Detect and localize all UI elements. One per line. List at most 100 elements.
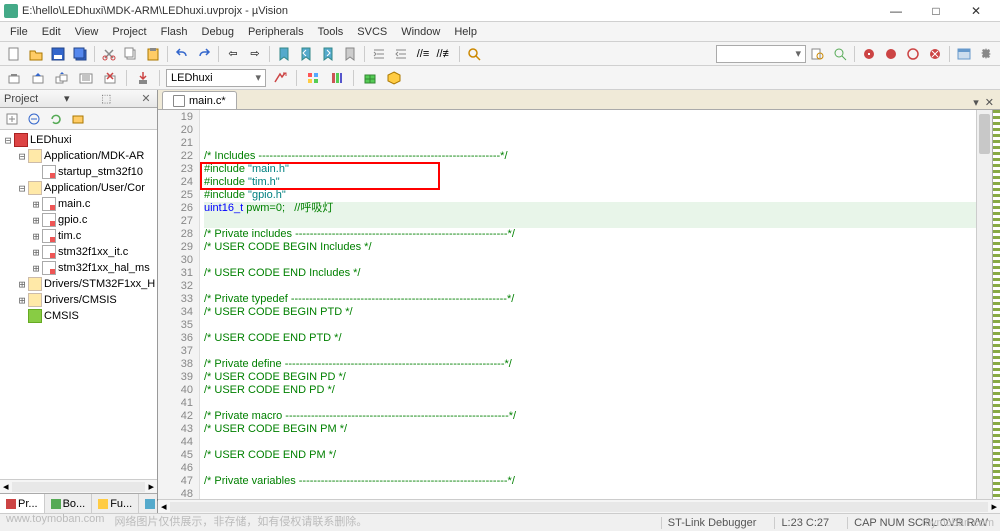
tree-item[interactable]: ⊟Application/MDK-AR [0,148,157,164]
tab-dropdown-icon[interactable]: ▾ [973,96,979,109]
editor-hscroll-right-icon[interactable]: ▸ [988,500,1000,513]
copy-icon[interactable] [121,44,141,64]
panel-close-icon[interactable]: ✕ [139,92,153,105]
tree-expander-icon[interactable]: ⊞ [30,230,42,243]
tree-expander-icon[interactable]: ⊞ [16,294,28,307]
find-in-files-icon[interactable] [808,44,828,64]
bookmark-clear-icon[interactable] [340,44,360,64]
tree-options-icon[interactable] [68,109,88,129]
target-select[interactable]: LEDhuxi [166,69,266,87]
nav-fwd-icon[interactable]: ⇨ [245,44,265,64]
menu-view[interactable]: View [69,24,105,40]
tree-item[interactable]: ⊞stm32f1xx_it.c [0,244,157,260]
tree-item[interactable]: ⊟Application/User/Cor [0,180,157,196]
options-icon[interactable] [270,68,290,88]
nav-back-icon[interactable]: ⇦ [223,44,243,64]
grp-icon [28,277,42,291]
menu-file[interactable]: File [4,24,34,40]
menu-edit[interactable]: Edit [36,24,67,40]
find-combo[interactable] [716,45,806,63]
tree-item[interactable]: startup_stm32f10 [0,164,157,180]
panel-pin-icon[interactable]: ⬚ [99,92,113,105]
build-icon[interactable] [28,68,48,88]
debug-icon[interactable] [859,44,879,64]
uncomment-icon[interactable]: //≢ [435,44,455,64]
configure-icon[interactable] [976,44,996,64]
undo-icon[interactable] [172,44,192,64]
outdent-icon[interactable] [391,44,411,64]
tree-item[interactable]: ⊞Drivers/CMSIS [0,292,157,308]
stop-build-icon[interactable] [100,68,120,88]
maximize-button[interactable]: □ [916,1,956,21]
pack-installer-icon[interactable] [360,68,380,88]
save-icon[interactable] [48,44,68,64]
tree-item[interactable]: ⊟LEDhuxi [0,132,157,148]
menu-debug[interactable]: Debug [196,24,240,40]
tree-expander-icon[interactable]: ⊞ [30,262,42,275]
editor-hscroll-left-icon[interactable]: ◂ [158,500,170,513]
tree-expander-icon[interactable]: ⊟ [2,134,14,147]
comment-icon[interactable]: //≡ [413,44,433,64]
menu-flash[interactable]: Flash [155,24,194,40]
tree-expander-icon[interactable]: ⊞ [30,214,42,227]
download-icon[interactable] [133,68,153,88]
tree-item[interactable]: ⊞gpio.c [0,212,157,228]
tree-item[interactable]: CMSIS [0,308,157,324]
find-icon[interactable] [464,44,484,64]
menu-svcs[interactable]: SVCS [351,24,393,40]
manage-project-icon[interactable] [303,68,323,88]
open-file-icon[interactable] [26,44,46,64]
menu-help[interactable]: Help [448,24,483,40]
tree-expander-icon[interactable]: ⊞ [16,278,28,291]
translate-icon[interactable] [4,68,24,88]
tree-expander-icon[interactable]: ⊟ [16,150,28,163]
vertical-scrollbar[interactable] [976,110,992,499]
tree-expander-icon[interactable]: ⊞ [30,198,42,211]
tab-icon [98,499,108,509]
bookmark-next-icon[interactable] [318,44,338,64]
panel-dropdown-icon[interactable]: ▾ [64,92,70,105]
cut-icon[interactable] [99,44,119,64]
hscroll-left-icon[interactable]: ◂ [0,480,12,493]
rebuild-icon[interactable] [52,68,72,88]
tree-item[interactable]: ⊞tim.c [0,228,157,244]
menu-tools[interactable]: Tools [312,24,350,40]
batch-build-icon[interactable] [76,68,96,88]
tree-expander-icon[interactable]: ⊟ [16,182,28,195]
tree-expander-icon[interactable]: ⊞ [30,246,42,259]
project-tree[interactable]: ⊟LEDhuxi⊟Application/MDK-ARstartup_stm32… [0,130,157,479]
manage-books-icon[interactable] [327,68,347,88]
window-title: E:\hello\LEDhuxi\MDK-ARM\LEDhuxi.uvprojx… [22,5,876,17]
close-button[interactable]: ✕ [956,1,996,21]
redo-icon[interactable] [194,44,214,64]
bookmark-prev-icon[interactable] [296,44,316,64]
panel-tab[interactable]: Pr... [0,494,45,513]
new-file-icon[interactable] [4,44,24,64]
tree-item[interactable]: ⊞stm32f1xx_hal_ms [0,260,157,276]
save-all-icon[interactable] [70,44,90,64]
editor-tab-main-c[interactable]: main.c* [162,91,237,109]
window-list-icon[interactable] [954,44,974,64]
expand-all-icon[interactable] [2,109,22,129]
refresh-tree-icon[interactable] [46,109,66,129]
breakpoint-disable-icon[interactable] [903,44,923,64]
breakpoint-kill-icon[interactable] [925,44,945,64]
bookmark-icon[interactable] [274,44,294,64]
code-editor[interactable]: /* Includes ----------------------------… [200,110,976,499]
tree-item[interactable]: ⊞main.c [0,196,157,212]
hscroll-right-icon[interactable]: ▸ [145,480,157,493]
menu-window[interactable]: Window [395,24,446,40]
panel-tab[interactable]: Bo... [45,494,93,513]
paste-icon[interactable] [143,44,163,64]
tree-item[interactable]: ⊞Drivers/STM32F1xx_H [0,276,157,292]
panel-tab[interactable]: Fu... [92,494,139,513]
collapse-all-icon[interactable] [24,109,44,129]
menu-project[interactable]: Project [106,24,152,40]
indent-icon[interactable] [369,44,389,64]
tab-close-icon[interactable]: ✕ [985,96,994,109]
breakpoint-icon[interactable] [881,44,901,64]
menu-peripherals[interactable]: Peripherals [242,24,310,40]
manage-rte-icon[interactable] [384,68,404,88]
minimize-button[interactable]: — [876,1,916,21]
incremental-find-icon[interactable] [830,44,850,64]
